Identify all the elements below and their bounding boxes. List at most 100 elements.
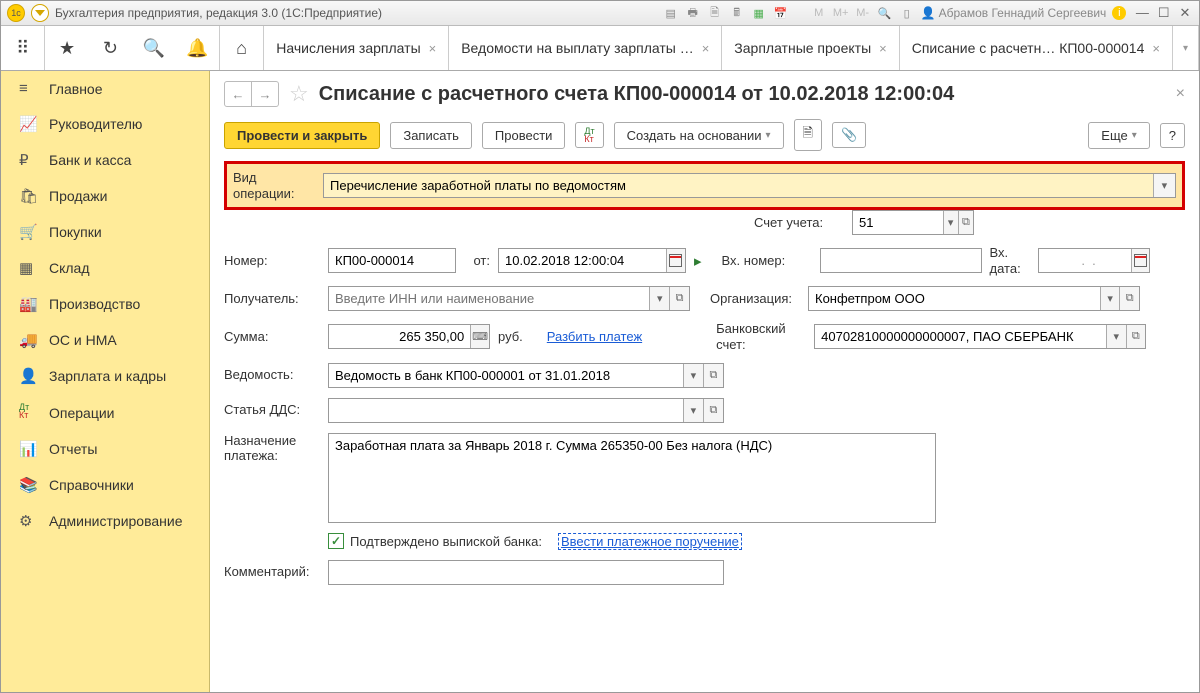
- operation-type-select[interactable]: ▾: [323, 173, 1176, 198]
- incoming-number-input[interactable]: [821, 249, 981, 272]
- mem-m-plus[interactable]: M+: [833, 5, 849, 21]
- close-icon[interactable]: ×: [429, 41, 437, 56]
- posted-mark-icon[interactable]: ▸: [694, 252, 702, 270]
- doc-date[interactable]: [498, 248, 686, 273]
- open-button[interactable]: ⧉: [958, 211, 973, 234]
- tab-writeoff[interactable]: Списание с расчетн… КП00-000014×: [900, 26, 1173, 70]
- statement-select[interactable]: ▾ ⧉: [328, 363, 724, 388]
- chevron-down-icon[interactable]: ▾: [683, 364, 703, 387]
- incoming-date-input[interactable]: [1039, 249, 1132, 272]
- enter-payment-order-link[interactable]: Ввести платежное поручение: [558, 533, 742, 550]
- operation-type-input[interactable]: [324, 174, 1153, 197]
- schedule-icon[interactable]: 📅: [773, 5, 789, 21]
- sidebar-item-operations[interactable]: ДтКтОперации: [1, 394, 209, 431]
- chevron-down-icon[interactable]: ▾: [1106, 325, 1126, 348]
- home-icon[interactable]: ⌂: [220, 26, 264, 70]
- zoom-icon[interactable]: 🔍: [877, 5, 893, 21]
- amount[interactable]: ⌨: [328, 324, 490, 349]
- sidebar-item-warehouse[interactable]: ▦Склад: [1, 250, 209, 286]
- close-icon[interactable]: ×: [1152, 41, 1160, 56]
- sidebar-item-bank[interactable]: ₽Банк и касса: [1, 142, 209, 178]
- account-select[interactable]: ▾ ⧉: [852, 210, 974, 235]
- recipient-select[interactable]: ▾ ⧉: [328, 286, 690, 311]
- sidebar-item-hr[interactable]: 👤Зарплата и кадры: [1, 358, 209, 394]
- mem-m[interactable]: M: [811, 5, 827, 21]
- chevron-down-icon[interactable]: ▾: [1100, 287, 1120, 310]
- post-button[interactable]: Провести: [482, 122, 566, 149]
- amount-input[interactable]: [329, 325, 470, 348]
- dropdown-round-icon[interactable]: [31, 4, 49, 22]
- calendar-icon[interactable]: [1131, 249, 1148, 272]
- close-icon[interactable]: ×: [702, 41, 710, 56]
- print-icon[interactable]: 🖶: [685, 5, 701, 21]
- sidebar-item-assets[interactable]: 🚚ОС и НМА: [1, 322, 209, 358]
- doc-number[interactable]: [328, 248, 456, 273]
- recipient-input[interactable]: [329, 287, 649, 310]
- tab-salary-projects[interactable]: Зарплатные проекты×: [722, 26, 899, 70]
- open-button[interactable]: ⧉: [669, 287, 689, 310]
- sidebar-item-production[interactable]: 🏭Производство: [1, 286, 209, 322]
- chevron-down-icon[interactable]: ▾: [649, 287, 669, 310]
- post-and-close-button[interactable]: Провести и закрыть: [224, 122, 380, 149]
- sidebar-item-reports[interactable]: 📊Отчеты: [1, 431, 209, 467]
- favorite-toggle-icon[interactable]: ☆: [289, 81, 309, 107]
- date-input[interactable]: [499, 249, 666, 272]
- forward-button[interactable]: →: [251, 82, 278, 106]
- minimize-button[interactable]: —: [1134, 5, 1150, 20]
- account-input[interactable]: [853, 211, 943, 234]
- help-button[interactable]: ?: [1160, 123, 1185, 148]
- sidebar-item-sales[interactable]: 🛍Продажи: [1, 178, 209, 214]
- incoming-number[interactable]: [820, 248, 982, 273]
- confirmed-checkbox[interactable]: ✓: [328, 533, 344, 549]
- user-label[interactable]: 👤Абрамов Геннадий Сергеевич: [921, 6, 1107, 20]
- org-select[interactable]: ▾ ⧉: [808, 286, 1140, 311]
- info-icon[interactable]: i: [1112, 6, 1126, 20]
- windows-icon[interactable]: ▯: [899, 5, 915, 21]
- notifications-icon[interactable]: 🔔: [176, 26, 220, 70]
- print-preview-icon[interactable]: ▤: [663, 5, 679, 21]
- chevron-down-icon[interactable]: ▾: [943, 211, 958, 234]
- attach-button[interactable]: 📎: [832, 122, 866, 148]
- write-button[interactable]: Записать: [390, 122, 472, 149]
- close-button[interactable]: ✕: [1177, 5, 1193, 21]
- maximize-button[interactable]: ☐: [1156, 5, 1172, 21]
- dds-select[interactable]: ▾ ⧉: [328, 398, 724, 423]
- chevron-down-icon[interactable]: ▾: [1153, 174, 1175, 197]
- sidebar-item-catalogs[interactable]: 📚Справочники: [1, 467, 209, 503]
- sidebar-item-admin[interactable]: ⚙Администрирование: [1, 503, 209, 539]
- open-button[interactable]: ⧉: [1119, 287, 1139, 310]
- debit-credit-button[interactable]: ДтКт: [575, 122, 603, 148]
- sidebar-item-purchases[interactable]: 🛒Покупки: [1, 214, 209, 250]
- back-button[interactable]: ←: [225, 82, 251, 106]
- calc-icon[interactable]: 🖩: [729, 5, 745, 21]
- doc-icon[interactable]: 🗎: [707, 5, 723, 21]
- sidebar-item-manager[interactable]: 📈Руководителю: [1, 106, 209, 142]
- create-on-basis-button[interactable]: Создать на основании▾: [614, 122, 784, 149]
- calendar-icon[interactable]: [666, 249, 685, 272]
- bank-account-select[interactable]: ▾ ⧉: [814, 324, 1146, 349]
- purpose-textarea[interactable]: [328, 433, 936, 523]
- apps-grid-icon[interactable]: ⠿: [1, 26, 45, 70]
- open-button[interactable]: ⧉: [703, 364, 723, 387]
- search-icon[interactable]: 🔍: [132, 26, 175, 70]
- tab-pay-statements[interactable]: Ведомости на выплату зарплаты …×: [449, 26, 722, 70]
- bank-account-input[interactable]: [815, 325, 1106, 348]
- calendar-grid-icon[interactable]: ▦: [751, 5, 767, 21]
- close-doc-button[interactable]: ×: [1176, 85, 1185, 103]
- mem-m-minus[interactable]: M-: [855, 5, 871, 21]
- tab-payroll[interactable]: Начисления зарплаты×: [264, 26, 449, 70]
- sidebar-item-main[interactable]: ≡Главное: [1, 71, 209, 106]
- close-icon[interactable]: ×: [879, 41, 887, 56]
- comment-field[interactable]: [328, 560, 724, 585]
- calculator-icon[interactable]: ⌨: [470, 325, 489, 348]
- report-button[interactable]: 🗎: [794, 119, 822, 151]
- more-button[interactable]: Еще▾: [1088, 122, 1149, 149]
- number-input[interactable]: [329, 249, 455, 272]
- comment-input[interactable]: [329, 561, 723, 584]
- open-button[interactable]: ⧉: [703, 399, 723, 422]
- statement-input[interactable]: [329, 364, 683, 387]
- favorites-star-icon[interactable]: ★: [45, 26, 88, 70]
- dds-input[interactable]: [329, 399, 683, 422]
- tab-overflow[interactable]: ▾: [1173, 26, 1199, 70]
- org-input[interactable]: [809, 287, 1100, 310]
